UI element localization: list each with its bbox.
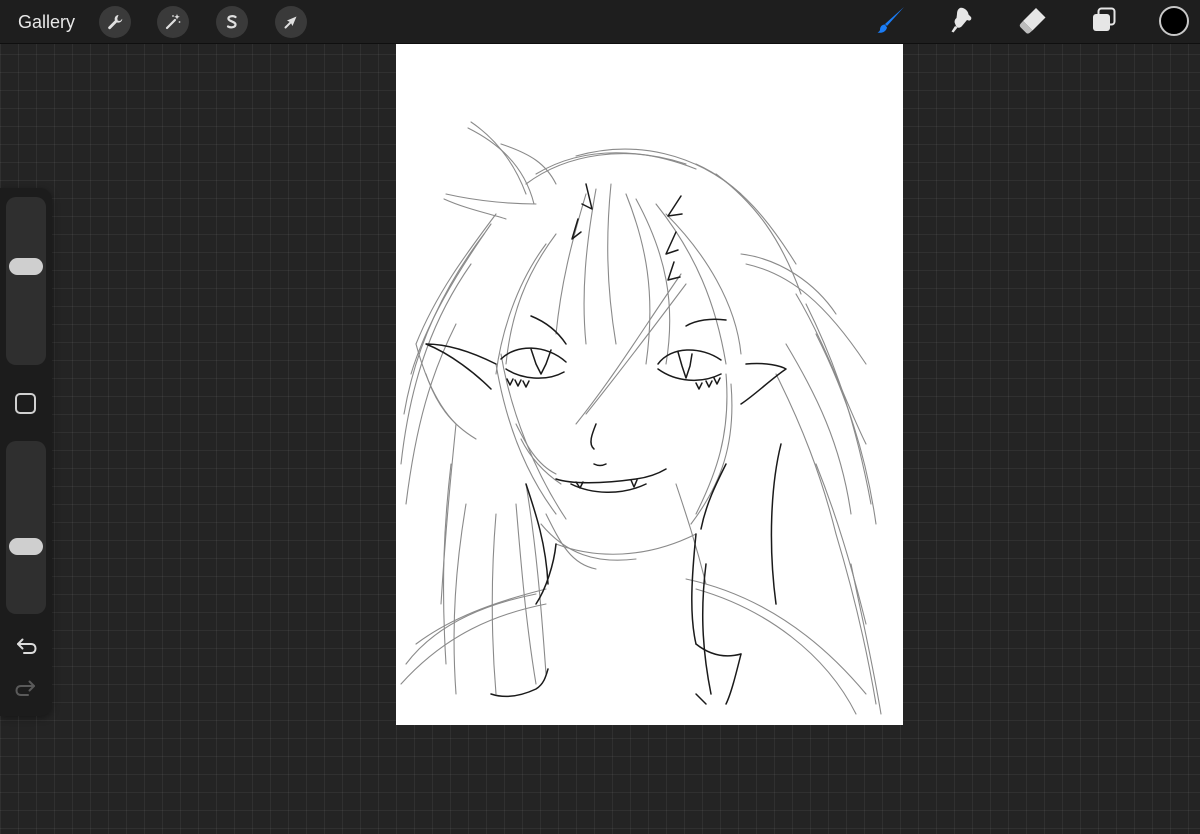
selection-s-icon [223, 13, 241, 31]
drawing-canvas[interactable] [396, 44, 903, 725]
actions-button[interactable] [99, 6, 131, 38]
smudge-tool-button[interactable] [946, 6, 978, 38]
layers-button[interactable] [1088, 6, 1120, 38]
sketch-artwork [400, 121, 882, 715]
wrench-icon [106, 13, 124, 31]
gallery-button[interactable]: Gallery [18, 11, 75, 33]
brush-tool-button[interactable] [875, 6, 907, 38]
left-sidebar [0, 188, 52, 716]
brush-icon [875, 4, 907, 41]
redo-icon [14, 678, 38, 703]
smudge-icon [946, 4, 978, 41]
color-picker-button[interactable] [1159, 6, 1189, 36]
adjustments-button[interactable] [157, 6, 189, 38]
eraser-icon [1017, 4, 1049, 41]
redo-button[interactable] [12, 678, 40, 702]
transform-button[interactable] [275, 6, 307, 38]
modify-square-button[interactable] [15, 393, 36, 414]
undo-button[interactable] [12, 636, 40, 660]
selection-button[interactable] [216, 6, 248, 38]
opacity-thumb[interactable] [9, 538, 43, 556]
eraser-tool-button[interactable] [1017, 6, 1049, 38]
layers-icon [1088, 4, 1120, 41]
magic-wand-icon [164, 13, 182, 31]
opacity-slider[interactable] [6, 441, 46, 614]
top-toolbar: Gallery [0, 0, 1200, 44]
brush-size-thumb[interactable] [9, 258, 43, 276]
undo-icon [14, 636, 38, 661]
procreate-app: Gallery [0, 0, 1200, 834]
brush-size-slider[interactable] [6, 197, 46, 365]
arrow-cursor-icon [282, 13, 300, 31]
